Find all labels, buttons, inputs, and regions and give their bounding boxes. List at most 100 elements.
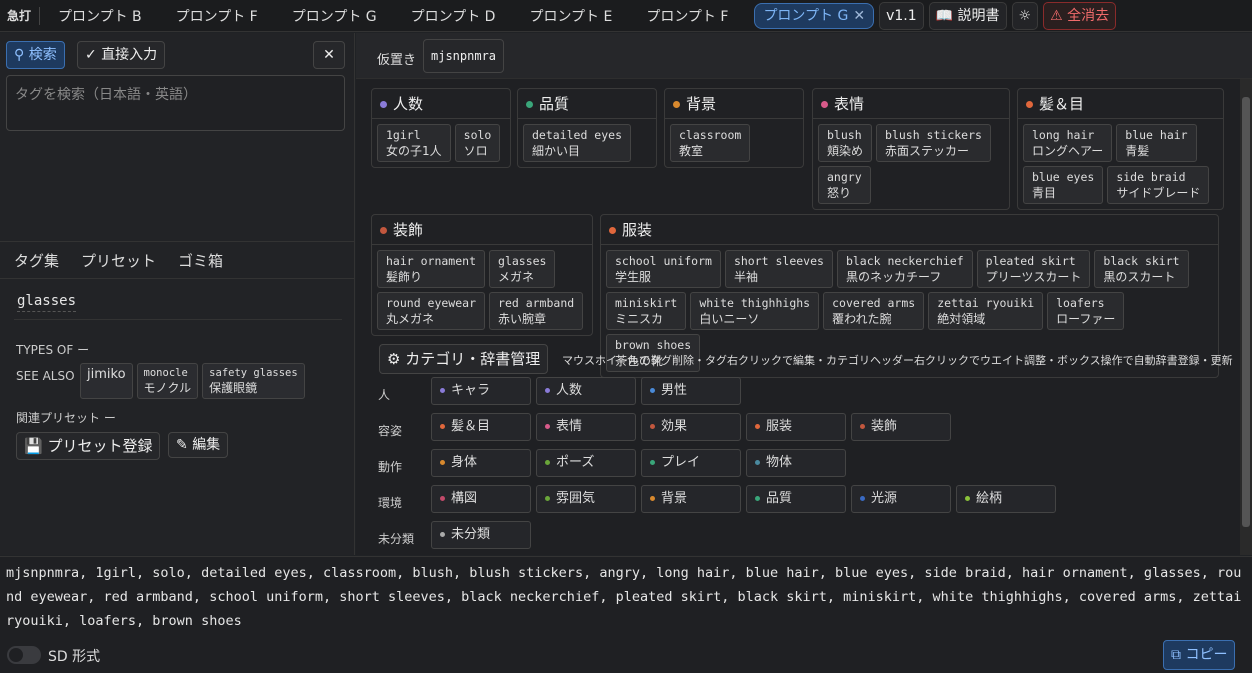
category-button[interactable]: 髪＆目 xyxy=(431,413,531,441)
tab-prompt-f-2[interactable]: プロンプト F xyxy=(634,6,740,26)
loose-tag[interactable]: mjsnpnmra xyxy=(423,39,505,73)
tag-group-header[interactable]: 品質 xyxy=(518,89,656,119)
scrollbar[interactable] xyxy=(1240,79,1252,555)
tag-chip[interactable]: solo ソロ xyxy=(454,124,501,162)
close-icon[interactable]: ✕ xyxy=(853,8,865,24)
tag-chip[interactable]: zettai ryouiki 絶対領域 xyxy=(928,292,1044,330)
tag-list: hair ornament 髪飾り glasses メガネ round eyewear 丸… xyxy=(372,245,592,335)
category-button[interactable]: 絵柄 xyxy=(956,485,1056,513)
tag-en: short sleeves xyxy=(733,254,824,268)
category-button[interactable]: 物体 xyxy=(746,449,846,477)
tab-prompt-d[interactable]: プロンプト D xyxy=(399,6,508,26)
category-button[interactable]: 光源 xyxy=(851,485,951,513)
category-button[interactable]: キャラ xyxy=(431,377,531,405)
tag-group-header[interactable]: 服装 xyxy=(601,215,1218,245)
tab-prompt-b[interactable]: プロンプト B xyxy=(46,6,154,26)
preset-register-button[interactable]: 💾 プリセット登録 xyxy=(16,432,161,460)
see-also-chip[interactable]: safety glasses 保護眼鏡 xyxy=(202,363,305,399)
tag-group-header[interactable]: 髪＆目 xyxy=(1018,89,1223,119)
tag-chip[interactable]: hair ornament 髪飾り xyxy=(377,250,486,288)
tab-prompt-g-active[interactable]: プロンプト G ✕ xyxy=(754,2,875,29)
category-button[interactable]: プレイ xyxy=(641,449,741,477)
category-button[interactable]: 服装 xyxy=(746,413,846,441)
tag-group-title: 服装 xyxy=(622,221,653,239)
category-button[interactable]: 未分類 xyxy=(431,521,531,549)
tag-chip[interactable]: blush 頬染め xyxy=(818,124,873,162)
tab-prompt-g[interactable]: プロンプト G xyxy=(280,6,389,26)
category-button[interactable]: 装飾 xyxy=(851,413,951,441)
tag-chip[interactable]: detailed eyes 細かい目 xyxy=(523,124,632,162)
prompt-output[interactable]: mjsnpnmra, 1girl, solo, detailed eyes, c… xyxy=(6,561,1246,633)
types-of-row: TYPES OF ー xyxy=(16,341,89,358)
tab-tag-collection[interactable]: タグ集 xyxy=(14,250,59,271)
tag-chip[interactable]: classroom 教室 xyxy=(670,124,751,162)
tag-chip[interactable]: angry 怒り xyxy=(818,166,871,204)
category-name: 装飾 xyxy=(871,419,898,434)
tag-list: classroom 教室 xyxy=(665,119,803,167)
tag-ja: メガネ xyxy=(498,270,535,284)
direct-input-button[interactable]: ✓ 直接入力 xyxy=(77,41,166,69)
version-button[interactable]: v1.1 xyxy=(879,1,924,30)
scrollbar-thumb[interactable] xyxy=(1242,97,1250,527)
copy-button[interactable]: ⧉ コピー xyxy=(1163,640,1236,670)
see-also-chip[interactable]: monocle モノクル xyxy=(136,363,199,399)
tab-trash[interactable]: ゴミ箱 xyxy=(178,250,223,271)
tag-chip[interactable]: blush stickers 赤面ステッカー xyxy=(876,124,991,162)
tag-chip[interactable]: 1girl 女の子1人 xyxy=(377,124,451,162)
tag-chip[interactable]: red armband 赤い腕章 xyxy=(489,292,584,330)
category-dict-manage-button[interactable]: ⚙ カテゴリ・辞書管理 xyxy=(379,344,549,374)
tag-ja: 黒のネッカチーフ xyxy=(845,270,942,284)
category-button[interactable]: 身体 xyxy=(431,449,531,477)
category-button[interactable]: ポーズ xyxy=(536,449,636,477)
see-also-ja: モノクル xyxy=(143,381,192,395)
search-mode-button[interactable]: ⚲ 検索 xyxy=(6,41,65,69)
tag-chip[interactable]: blue eyes 青目 xyxy=(1023,166,1104,204)
tag-ja: 赤い腕章 xyxy=(498,312,547,326)
tag-chip[interactable]: glasses メガネ xyxy=(489,250,556,288)
tag-group-header[interactable]: 表情 xyxy=(813,89,1009,119)
category-button[interactable]: 表情 xyxy=(536,413,636,441)
usage-hint: マウスホイールでタグ削除・タグ右クリックで編集・カテゴリヘッダー右クリックでウエ… xyxy=(562,354,1233,367)
toggle-knob xyxy=(9,648,23,662)
category-button[interactable]: 人数 xyxy=(536,377,636,405)
category-button[interactable]: 雰囲気 xyxy=(536,485,636,513)
category-dot xyxy=(965,496,970,501)
output-panel: mjsnpnmra, 1girl, solo, detailed eyes, c… xyxy=(0,556,1252,673)
tab-presets[interactable]: プリセット xyxy=(81,250,156,271)
category-button[interactable]: 効果 xyxy=(641,413,741,441)
tag-group-header[interactable]: 人数 xyxy=(372,89,510,119)
tag-chip[interactable]: loafers ローファー xyxy=(1047,292,1125,330)
clear-all-button[interactable]: ⚠ 全消去 xyxy=(1043,1,1117,30)
tag-ja: ミニスカ xyxy=(615,312,664,326)
sd-format-toggle[interactable] xyxy=(7,646,41,664)
tag-group-header[interactable]: 装飾 xyxy=(372,215,592,245)
tag-chip[interactable]: blue hair 青髪 xyxy=(1116,124,1197,162)
category-button[interactable]: 男性 xyxy=(641,377,741,405)
tag-chip[interactable]: side braid サイドブレード xyxy=(1107,166,1210,204)
category-button[interactable]: 品質 xyxy=(746,485,846,513)
category-button[interactable]: 構図 xyxy=(431,485,531,513)
edit-button[interactable]: ✎ 編集 xyxy=(168,432,229,458)
search-input[interactable]: タグを検索（日本語・英語） xyxy=(6,75,345,131)
tag-group-header[interactable]: 背景 xyxy=(665,89,803,119)
tag-chip[interactable]: black skirt 黒のスカート xyxy=(1094,250,1189,288)
tag-en: miniskirt xyxy=(615,296,678,310)
see-also-chip[interactable]: jimiko xyxy=(80,363,133,399)
theme-toggle-button[interactable]: ☼ xyxy=(1011,1,1039,30)
tab-prompt-f[interactable]: プロンプト F xyxy=(164,6,270,26)
manual-button[interactable]: 📖 説明書 xyxy=(928,1,1007,30)
tag-chip[interactable]: covered arms 覆われた腕 xyxy=(823,292,925,330)
tag-chip[interactable]: round eyewear 丸メガネ xyxy=(377,292,486,330)
tag-chip[interactable]: miniskirt ミニスカ xyxy=(606,292,687,330)
tag-chip[interactable]: black neckerchief 黒のネッカチーフ xyxy=(836,250,973,288)
tag-chip[interactable]: long hair ロングヘアー xyxy=(1023,124,1113,162)
category-button[interactable]: 背景 xyxy=(641,485,741,513)
tag-chip[interactable]: school uniform 学生服 xyxy=(606,250,721,288)
active-tab-label: プロンプト G xyxy=(763,7,849,24)
search-placeholder: タグを検索（日本語・英語） xyxy=(15,87,197,103)
tag-chip[interactable]: short sleeves 半袖 xyxy=(724,250,833,288)
tab-prompt-e[interactable]: プロンプト E xyxy=(517,6,624,26)
clear-search-button[interactable]: ✕ xyxy=(313,41,345,69)
tag-chip[interactable]: white thighhighs 白いニーソ xyxy=(690,292,820,330)
tag-chip[interactable]: pleated skirt プリーツスカート xyxy=(976,250,1091,288)
